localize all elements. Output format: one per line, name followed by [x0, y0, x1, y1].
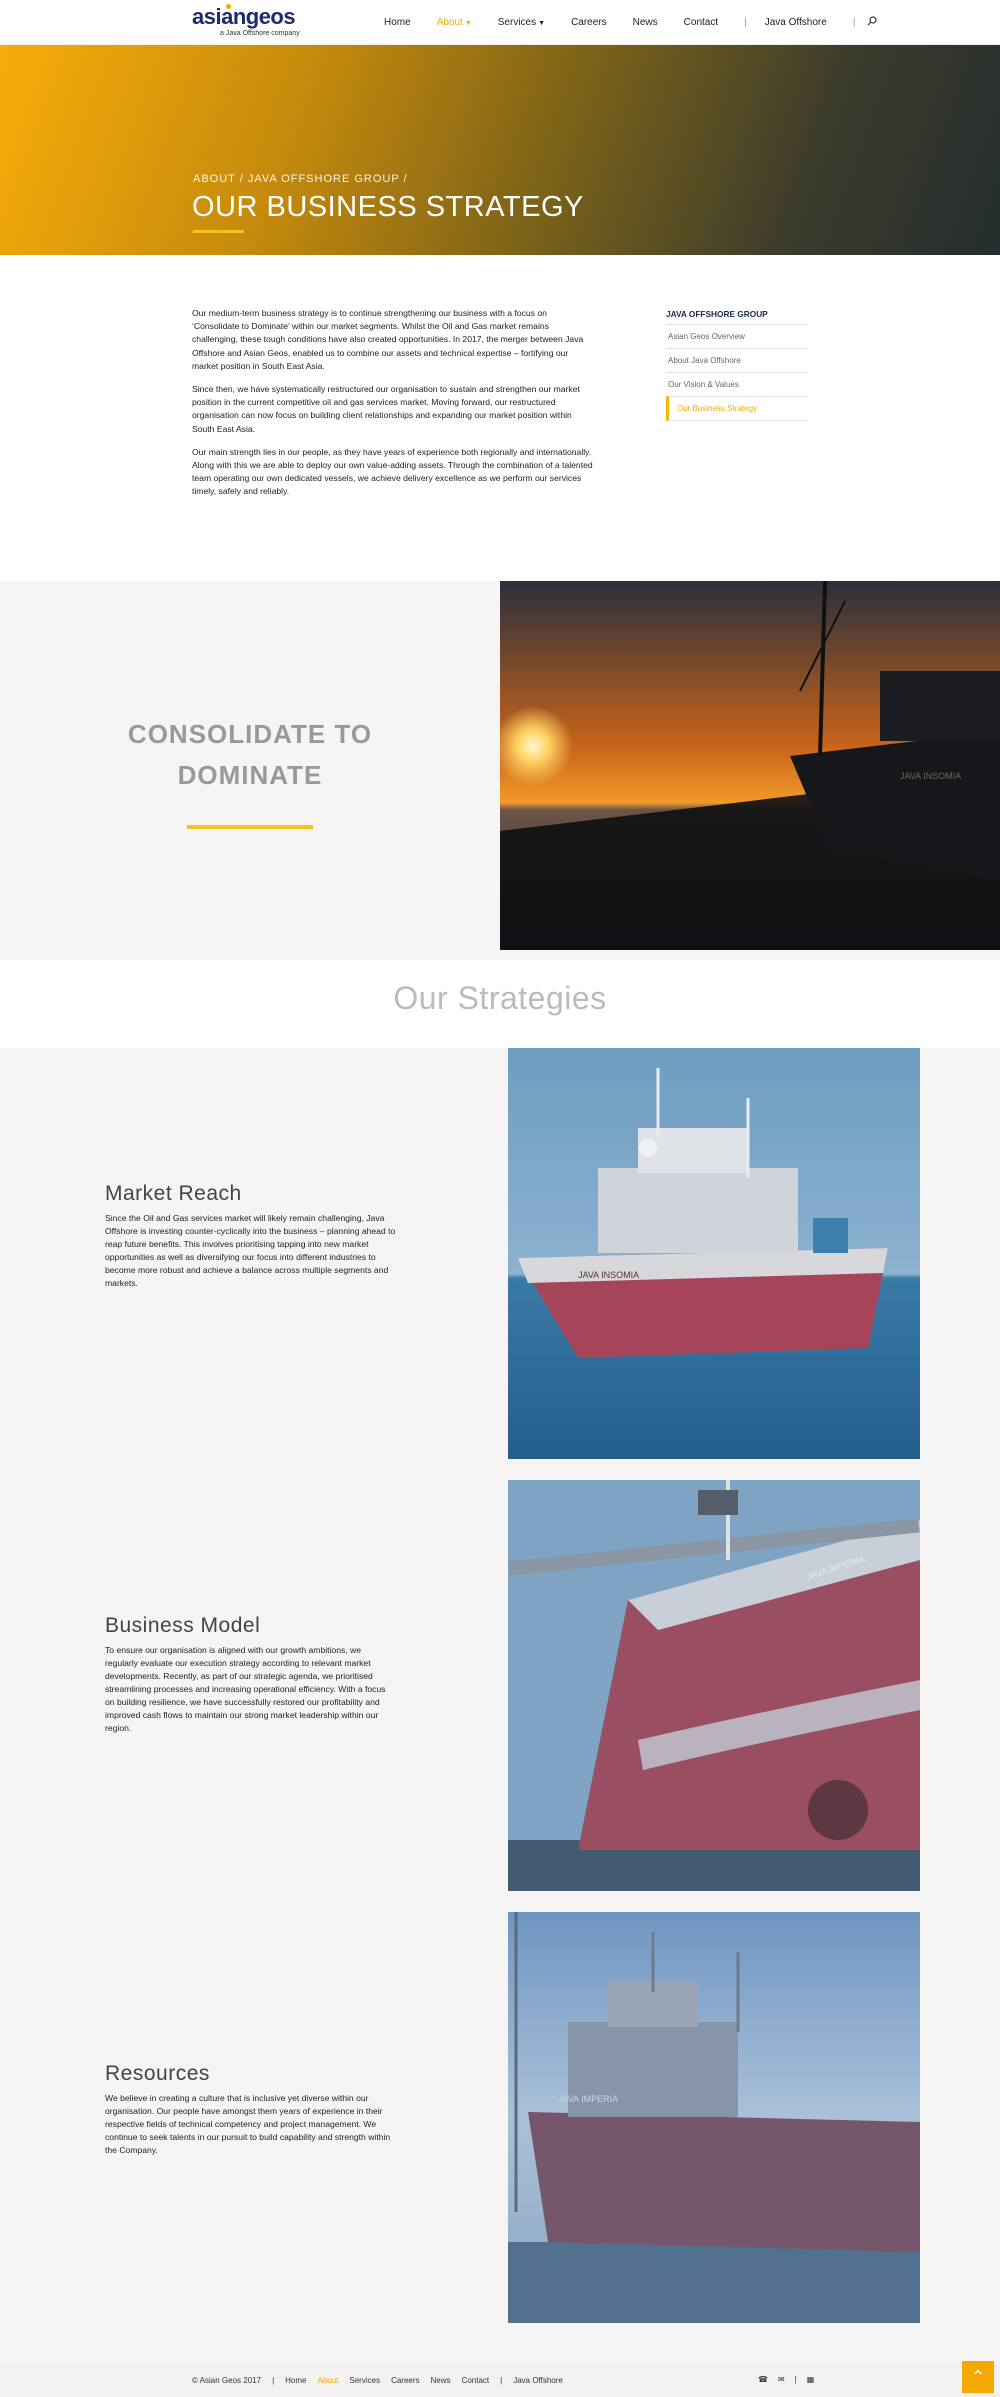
- site-footer: © Asian Geos 2017 | Home About Services …: [0, 2364, 1000, 2397]
- sunset-ship-name: JAVA INSOMIA: [900, 771, 961, 781]
- intro-paragraph: Since then, we have systematically restr…: [192, 384, 580, 434]
- footer-link-java-offshore[interactable]: Java Offshore: [513, 2376, 563, 2385]
- title-underline: [193, 230, 244, 233]
- strategy-body: We believe in creating a culture that is…: [105, 2093, 391, 2155]
- nav-about-label: About: [436, 17, 463, 28]
- footer-icons: ☎ ✉ | ▦: [758, 2375, 824, 2384]
- strategies-heading: Our Strategies: [393, 980, 607, 1016]
- strategy-resources: Resources We believe in creating a cultu…: [0, 1912, 1000, 2344]
- footer-links: © Asian Geos 2017 | Home About Services …: [192, 2376, 574, 2385]
- breadcrumb: ABOUT / JAVA OFFSHORE GROUP /: [193, 173, 408, 185]
- chevron-down-icon: ▼: [464, 20, 472, 27]
- strategies-heading-section: Our Strategies: [0, 960, 1000, 1048]
- nav-contact[interactable]: Contact: [684, 17, 718, 28]
- sidebar-item-about-java-offshore[interactable]: About Java Offshore: [666, 348, 808, 372]
- nav-java-offshore[interactable]: Java Offshore: [765, 17, 827, 28]
- strategy-title: Business Model: [105, 1614, 261, 1637]
- nav-careers[interactable]: Careers: [571, 17, 607, 28]
- sidebar-title: JAVA OFFSHORE GROUP: [666, 309, 768, 319]
- logo-subtitle: a Java Offshore company: [220, 30, 300, 37]
- band-heading-line: CONSOLIDATE TO: [127, 719, 373, 749]
- nav-divider: |: [744, 17, 747, 28]
- hero-banner: ABOUT / JAVA OFFSHORE GROUP / OUR BUSINE…: [0, 45, 1000, 255]
- intro-section: Our medium-term business strategy is to …: [0, 255, 1000, 581]
- sidebar-item-asian-geos-overview[interactable]: Asian Geos Overview: [666, 324, 808, 348]
- back-to-top-button[interactable]: ⌃: [962, 2361, 994, 2393]
- nav-news[interactable]: News: [633, 17, 658, 28]
- footer-link-careers[interactable]: Careers: [391, 2376, 419, 2385]
- band-underline: [187, 825, 313, 829]
- ship-name-label: JAVA IMPERIA: [558, 2094, 618, 2104]
- strategy-title: Resources: [105, 2062, 210, 2085]
- chevron-up-icon: ⌃: [970, 2367, 986, 2387]
- logo-dot: [226, 4, 231, 9]
- band-heading: CONSOLIDATE TO DOMINATE: [0, 714, 500, 796]
- ship-name-label: JAVA INSOMIA: [578, 1270, 639, 1280]
- sunset-image: JAVA INSOMIA: [500, 581, 1000, 950]
- ship-image-insomia: JAVA INSOMIA: [508, 1048, 920, 1459]
- intro-paragraph: Our medium-term business strategy is to …: [192, 308, 584, 371]
- phone-icon[interactable]: ☎: [758, 2375, 768, 2384]
- nav-divider: |: [852, 17, 856, 28]
- intro-paragraph: Our main strength lies in our people, as…: [192, 446, 593, 497]
- nav-services-label: Services: [497, 17, 537, 28]
- footer-divider: |: [794, 2375, 797, 2384]
- footer-link-contact[interactable]: Contact: [462, 2376, 490, 2385]
- band-heading-line: DOMINATE: [177, 760, 323, 790]
- logo[interactable]: asiangeos a Java Offshore company: [192, 4, 300, 37]
- sidebar-item-vision-values[interactable]: Our Vision & Values: [666, 372, 808, 396]
- logo-text: asiangeos: [192, 4, 296, 29]
- consolidate-band: CONSOLIDATE TO DOMINATE JAVA INSOMIA: [0, 581, 1000, 960]
- nav-home[interactable]: Home: [384, 17, 411, 28]
- footer-divider: |: [272, 2376, 275, 2385]
- intro-text: Our medium-term business strategy is to …: [192, 307, 595, 509]
- strategy-market-reach: Market Reach Since the Oil and Gas servi…: [0, 1048, 1000, 1480]
- nav-services[interactable]: Services ▼: [498, 17, 545, 28]
- footer-copyright: © Asian Geos 2017: [192, 2376, 262, 2385]
- footer-link-services[interactable]: Services: [349, 2376, 380, 2385]
- strategies-section: Market Reach Since the Oil and Gas servi…: [0, 1048, 1000, 2364]
- chevron-down-icon: ▼: [538, 20, 546, 27]
- strategy-body: To ensure our organisation is aligned wi…: [105, 1645, 386, 1733]
- sidebar-item-business-strategy[interactable]: Our Business Strategy: [666, 396, 808, 421]
- ship-image-imperia-dock: JAVA IMPERIA: [508, 1912, 920, 2323]
- strategy-business-model: Business Model To ensure our organisatio…: [0, 1480, 1000, 1912]
- mail-icon[interactable]: ✉: [778, 2375, 785, 2384]
- sidebar-nav: JAVA OFFSHORE GROUP Asian Geos Overview …: [666, 309, 808, 421]
- ship-image-imperia: JAVA IMPERIA: [508, 1480, 920, 1891]
- footer-divider: |: [500, 2376, 503, 2385]
- nav-about[interactable]: About ▼: [437, 17, 472, 28]
- footer-link-home[interactable]: Home: [285, 2376, 306, 2385]
- footer-link-news[interactable]: News: [431, 2376, 451, 2385]
- site-header: asiangeos a Java Offshore company Home A…: [0, 0, 1000, 45]
- page-title: OUR BUSINESS STRATEGY: [192, 191, 584, 223]
- main-nav: Home About ▼ Services ▼ Careers News Conta…: [384, 0, 878, 45]
- search-icon[interactable]: [867, 16, 878, 29]
- map-icon[interactable]: ▦: [807, 2375, 815, 2384]
- footer-link-about[interactable]: About: [317, 2376, 338, 2385]
- strategy-body: Since the Oil and Gas services market wi…: [105, 1213, 396, 1288]
- strategy-title: Market Reach: [105, 1182, 242, 1205]
